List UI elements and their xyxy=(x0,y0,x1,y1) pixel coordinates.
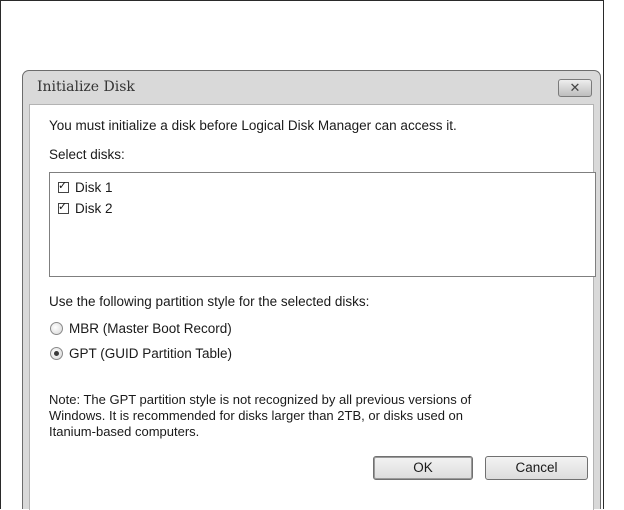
close-icon: ✕ xyxy=(569,80,581,95)
note-line-2: Windows. It is recommended for disks lar… xyxy=(49,408,464,423)
close-button[interactable]: ✕ xyxy=(558,79,592,97)
disk-list[interactable]: ✓ Disk 1 ✓ Disk 2 xyxy=(49,172,596,277)
note-line-3: Itanium-based computers. xyxy=(49,424,200,439)
partition-style-label: Use the following partition style for th… xyxy=(49,294,370,309)
list-item-disk-2[interactable]: ✓ Disk 2 xyxy=(58,199,113,217)
note-line-1: Note: The GPT partition style is not rec… xyxy=(49,392,472,407)
checkmark-icon: ✓ xyxy=(58,200,68,213)
mbr-label: MBR (Master Boot Record) xyxy=(69,321,232,336)
dialog-title: Initialize Disk xyxy=(37,79,135,95)
gpt-label: GPT (GUID Partition Table) xyxy=(69,346,233,361)
radio-selected-icon xyxy=(54,351,59,356)
screenshot-frame-top xyxy=(0,0,604,1)
disk-2-checkbox[interactable]: ✓ xyxy=(58,200,69,214)
gpt-radio[interactable] xyxy=(50,347,63,360)
list-item-disk-1[interactable]: ✓ Disk 1 xyxy=(58,178,113,196)
mbr-radio[interactable] xyxy=(50,322,63,335)
disk-1-label: Disk 1 xyxy=(75,179,113,195)
cancel-button[interactable]: Cancel xyxy=(485,456,588,480)
screenshot-frame-left xyxy=(0,0,1,509)
dialog-content: You must initialize a disk before Logica… xyxy=(29,104,596,510)
select-disks-label: Select disks: xyxy=(49,147,125,162)
mbr-option[interactable]: MBR (Master Boot Record) xyxy=(50,321,232,336)
intro-text: You must initialize a disk before Logica… xyxy=(49,118,457,133)
checkmark-icon: ✓ xyxy=(58,179,68,192)
disk-1-checkbox[interactable]: ✓ xyxy=(58,179,69,193)
disk-2-label: Disk 2 xyxy=(75,200,113,216)
gpt-option[interactable]: GPT (GUID Partition Table) xyxy=(50,346,232,361)
ok-button[interactable]: OK xyxy=(373,456,473,480)
initialize-disk-dialog: Initialize Disk ✕ You must initialize a … xyxy=(22,70,601,510)
screenshot-frame-right xyxy=(603,0,604,509)
